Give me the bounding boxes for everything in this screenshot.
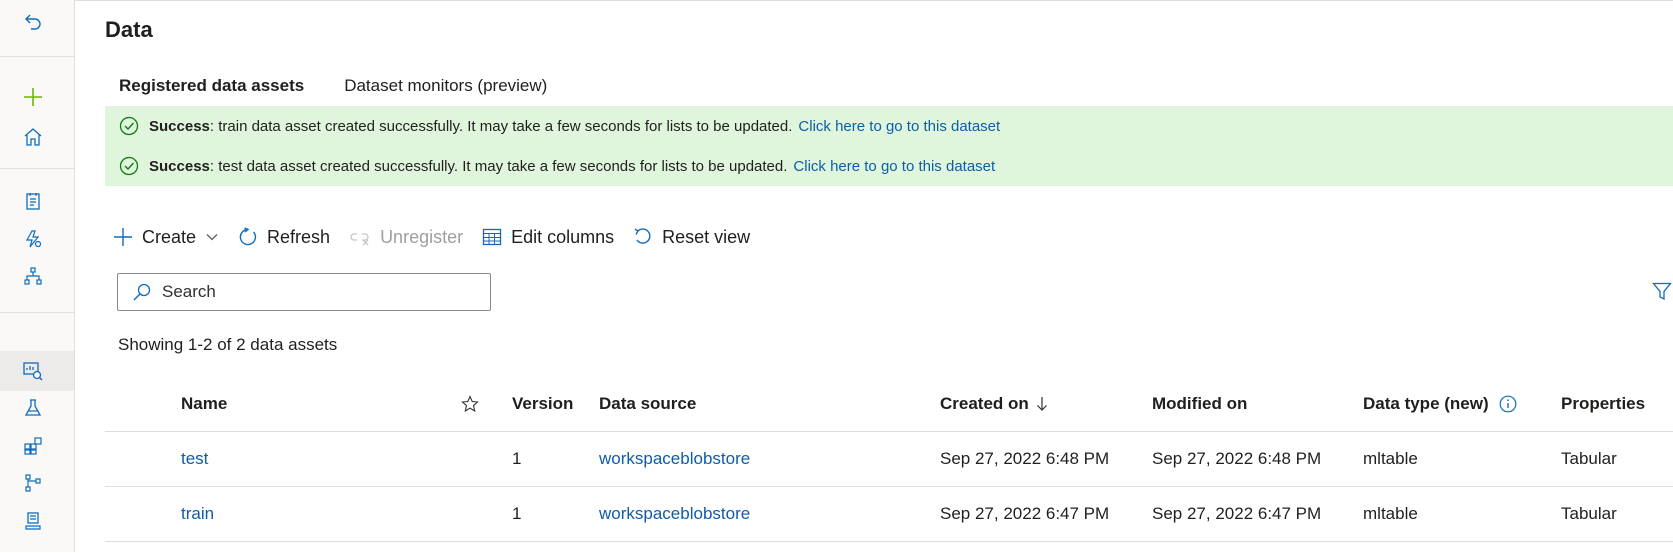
refresh-button[interactable]: Refresh bbox=[238, 227, 330, 248]
go-to-dataset-link[interactable]: Click here to go to this dataset bbox=[793, 158, 995, 175]
tab-registered-data-assets[interactable]: Registered data assets bbox=[105, 71, 319, 111]
reset-view-button[interactable]: Reset view bbox=[633, 227, 750, 248]
chevron-down-icon bbox=[206, 234, 218, 241]
banner-message: : test data asset created successfully. … bbox=[209, 157, 788, 175]
notebook-icon[interactable] bbox=[21, 189, 45, 213]
data-source-link[interactable]: workspaceblobstore bbox=[599, 487, 750, 541]
result-count: Showing 1-2 of 2 data assets bbox=[118, 335, 338, 354]
created-on: Sep 27, 2022 6:47 PM bbox=[940, 504, 1110, 523]
data-type: mltable bbox=[1363, 504, 1418, 523]
refresh-icon bbox=[239, 227, 257, 246]
reset-icon bbox=[634, 228, 651, 244]
properties: Tabular bbox=[1561, 449, 1617, 468]
star-icon[interactable] bbox=[461, 376, 479, 431]
reset-view-label: Reset view bbox=[662, 226, 751, 247]
success-banner-test: Success: test data asset created success… bbox=[105, 146, 1673, 186]
banner-status: Success bbox=[149, 117, 210, 135]
tab-dataset-monitors[interactable]: Dataset monitors (preview) bbox=[344, 71, 561, 111]
create-label: Create bbox=[142, 226, 197, 247]
experiments-icon[interactable] bbox=[21, 396, 45, 420]
column-header-version[interactable]: Version bbox=[512, 376, 573, 431]
success-check-icon bbox=[119, 156, 139, 176]
tab-bar: Registered data assets Dataset monitors … bbox=[105, 71, 561, 111]
column-header-modified-on[interactable]: Modified on bbox=[1152, 376, 1247, 431]
search-box bbox=[117, 273, 491, 311]
page-title: Data bbox=[105, 17, 153, 42]
unlink-icon bbox=[350, 233, 369, 246]
column-header-properties[interactable]: Properties bbox=[1561, 376, 1645, 431]
column-header-data-source[interactable]: Data source bbox=[599, 376, 696, 431]
main-content: Data Registered data assets Dataset moni… bbox=[75, 0, 1673, 553]
sort-descending-icon bbox=[1036, 396, 1047, 411]
created-on: Sep 27, 2022 6:48 PM bbox=[940, 449, 1110, 468]
rail-divider bbox=[0, 312, 74, 313]
data-type: mltable bbox=[1363, 449, 1418, 468]
plus-icon bbox=[114, 228, 132, 246]
unregister-button[interactable]: Unregister bbox=[349, 227, 463, 248]
refresh-label: Refresh bbox=[267, 226, 331, 247]
column-header-data-type[interactable]: Data type (new) bbox=[1363, 376, 1517, 431]
modified-on: Sep 27, 2022 6:47 PM bbox=[1152, 504, 1322, 523]
left-nav-rail bbox=[0, 0, 75, 552]
success-banner-train: Success: train data asset created succes… bbox=[105, 106, 1673, 146]
back-arrow-icon[interactable] bbox=[21, 10, 45, 34]
table-columns-icon bbox=[482, 228, 502, 246]
success-check-icon bbox=[119, 116, 139, 136]
data-assets-table: Name Version Data source Created on Modi… bbox=[105, 376, 1673, 542]
designer-icon[interactable] bbox=[21, 264, 45, 288]
edit-columns-button[interactable]: Edit columns bbox=[482, 227, 614, 248]
asset-version: 1 bbox=[512, 504, 522, 523]
edit-columns-label: Edit columns bbox=[511, 226, 615, 247]
data-icon[interactable] bbox=[21, 359, 45, 383]
components-icon[interactable] bbox=[21, 434, 45, 458]
create-button[interactable]: Create bbox=[113, 227, 219, 248]
asset-name-link[interactable]: test bbox=[181, 432, 208, 486]
data-source-link[interactable]: workspaceblobstore bbox=[599, 432, 750, 486]
properties: Tabular bbox=[1561, 504, 1617, 523]
rail-divider bbox=[0, 56, 74, 57]
command-bar: Create Refresh Unregister Edit columns R… bbox=[113, 221, 769, 253]
search-input[interactable] bbox=[160, 281, 464, 303]
asset-name-link[interactable]: train bbox=[181, 487, 214, 541]
go-to-dataset-link[interactable]: Click here to go to this dataset bbox=[798, 118, 1000, 135]
column-header-name[interactable]: Name bbox=[181, 376, 227, 431]
models-icon[interactable] bbox=[21, 509, 45, 533]
automl-icon[interactable] bbox=[21, 227, 45, 251]
pipelines-icon[interactable] bbox=[21, 471, 45, 495]
asset-version: 1 bbox=[512, 449, 522, 468]
search-icon bbox=[133, 283, 151, 301]
column-header-created-on-label: Created on bbox=[940, 393, 1029, 413]
banner-message: : train data asset created successfully.… bbox=[209, 117, 793, 135]
unregister-label: Unregister bbox=[380, 226, 464, 247]
filter-icon[interactable] bbox=[1652, 281, 1672, 301]
column-header-data-type-label: Data type (new) bbox=[1363, 393, 1489, 413]
table-row: test 1 workspaceblobstore Sep 27, 2022 6… bbox=[105, 432, 1673, 487]
table-header-row: Name Version Data source Created on Modi… bbox=[105, 376, 1673, 432]
modified-on: Sep 27, 2022 6:48 PM bbox=[1152, 449, 1322, 468]
table-row: train 1 workspaceblobstore Sep 27, 2022 … bbox=[105, 487, 1673, 542]
banner-status: Success bbox=[149, 157, 210, 175]
info-icon[interactable] bbox=[1499, 395, 1517, 413]
column-header-created-on[interactable]: Created on bbox=[940, 376, 1048, 431]
rail-divider bbox=[0, 168, 74, 169]
plus-icon[interactable] bbox=[21, 85, 45, 109]
home-icon[interactable] bbox=[21, 125, 45, 149]
